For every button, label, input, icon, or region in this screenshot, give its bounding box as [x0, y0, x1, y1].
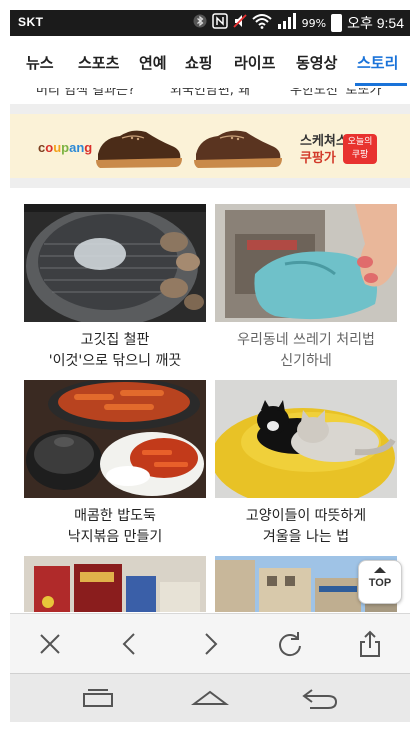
battery-percent: 99%: [301, 16, 327, 30]
home-icon[interactable]: [190, 684, 230, 716]
card-title-line: 고양이들이 따뜻하게: [245, 508, 367, 524]
cut-headline[interactable]: 외국인남편, 왜: [170, 88, 250, 98]
tab-video[interactable]: 동영상: [296, 52, 337, 73]
story-card[interactable]: 매콤한 밥도둑 낙지볶음 만들기: [24, 380, 206, 548]
card-title-line: '이것'으로 닦으니 깨끗: [48, 353, 182, 369]
cut-headline[interactable]: 우한도전 '로또가': [290, 88, 385, 98]
card-title-line: 낙지볶음 만들기: [67, 529, 163, 545]
card-title-line: 고깃집 철판: [80, 332, 150, 348]
close-icon[interactable]: [34, 628, 66, 660]
tab-shopping[interactable]: 쇼핑: [185, 52, 213, 73]
shoe-image: [194, 130, 282, 168]
share-icon[interactable]: [354, 628, 386, 660]
active-tab-indicator: [355, 83, 407, 86]
coupon-line: 쿠팡: [351, 150, 369, 160]
category-tabs: 뉴스 스포츠 연예 쇼핑 라이프 동영상 스토리: [10, 36, 410, 114]
shoe-image: [96, 130, 182, 168]
bluetooth-icon: [193, 14, 207, 32]
card-image: [24, 556, 206, 612]
card-image: [215, 204, 397, 322]
signal-icon: [277, 13, 297, 33]
scroll-to-top-button[interactable]: TOP: [358, 560, 402, 604]
section-divider: [10, 104, 410, 114]
section-divider: [10, 178, 410, 188]
tab-sports[interactable]: 스포츠: [78, 52, 119, 73]
todays-coupang-badge: 오늘의 쿠팡: [343, 134, 377, 164]
tab-entertainment[interactable]: 연예: [139, 52, 167, 73]
back-nav-icon[interactable]: [300, 684, 340, 716]
refresh-icon[interactable]: [274, 628, 306, 660]
system-nav-bar: [10, 673, 410, 722]
coupang-logo: coupang: [38, 140, 93, 155]
card-image: [215, 380, 397, 498]
recent-apps-icon[interactable]: [78, 684, 118, 716]
forward-icon[interactable]: [194, 628, 226, 660]
carrier-label: SKT: [18, 15, 44, 29]
story-card[interactable]: [24, 556, 206, 612]
card-image: [24, 380, 206, 498]
status-bar: SKT 99% 오후 9:54: [10, 10, 410, 36]
ad-banner[interactable]: coupang 스케쳐스 쿠팡가 오늘의 쿠팡: [10, 114, 410, 178]
ad-price-label: 쿠팡가: [300, 151, 336, 166]
card-title-line: 매콤한 밥도둑: [74, 508, 156, 524]
top-button-label: TOP: [368, 577, 392, 589]
back-icon[interactable]: [114, 628, 146, 660]
phone-screen: SKT 99% 오후 9:54 뉴스 스포츠 연예 쇼핑 라이프 동영상 스토리…: [10, 10, 410, 722]
tab-news[interactable]: 뉴스: [26, 52, 54, 73]
battery-icon: [331, 14, 343, 32]
card-title-line: 신기하네: [280, 353, 332, 369]
tab-life[interactable]: 라이프: [234, 52, 275, 73]
mute-icon: [233, 13, 247, 33]
story-card[interactable]: 우리동네 쓰레기 처리법 신기하네: [215, 204, 397, 372]
card-image: [24, 204, 206, 322]
nfc-icon: [211, 13, 228, 33]
card-title-line: 겨울을 나는 법: [262, 529, 350, 545]
clock: 오후 9:54: [347, 15, 404, 31]
tab-story[interactable]: 스토리: [357, 52, 398, 73]
arrow-up-icon: [374, 567, 386, 573]
story-card[interactable]: 고깃집 철판 '이것'으로 닦으니 깨끗: [24, 204, 206, 372]
browser-toolbar: [10, 613, 410, 674]
previous-row-cut: 머리 염색 결과는? 외국인남편, 왜 우한도전 '로또가': [10, 88, 410, 100]
coupon-line: 오늘의: [347, 137, 373, 147]
card-title-line: 우리동네 쓰레기 처리법: [237, 332, 375, 348]
wifi-icon: [251, 13, 272, 33]
story-card[interactable]: 고양이들이 따뜻하게 겨울을 나는 법: [215, 380, 397, 548]
cut-headline[interactable]: 머리 염색 결과는?: [36, 88, 135, 98]
